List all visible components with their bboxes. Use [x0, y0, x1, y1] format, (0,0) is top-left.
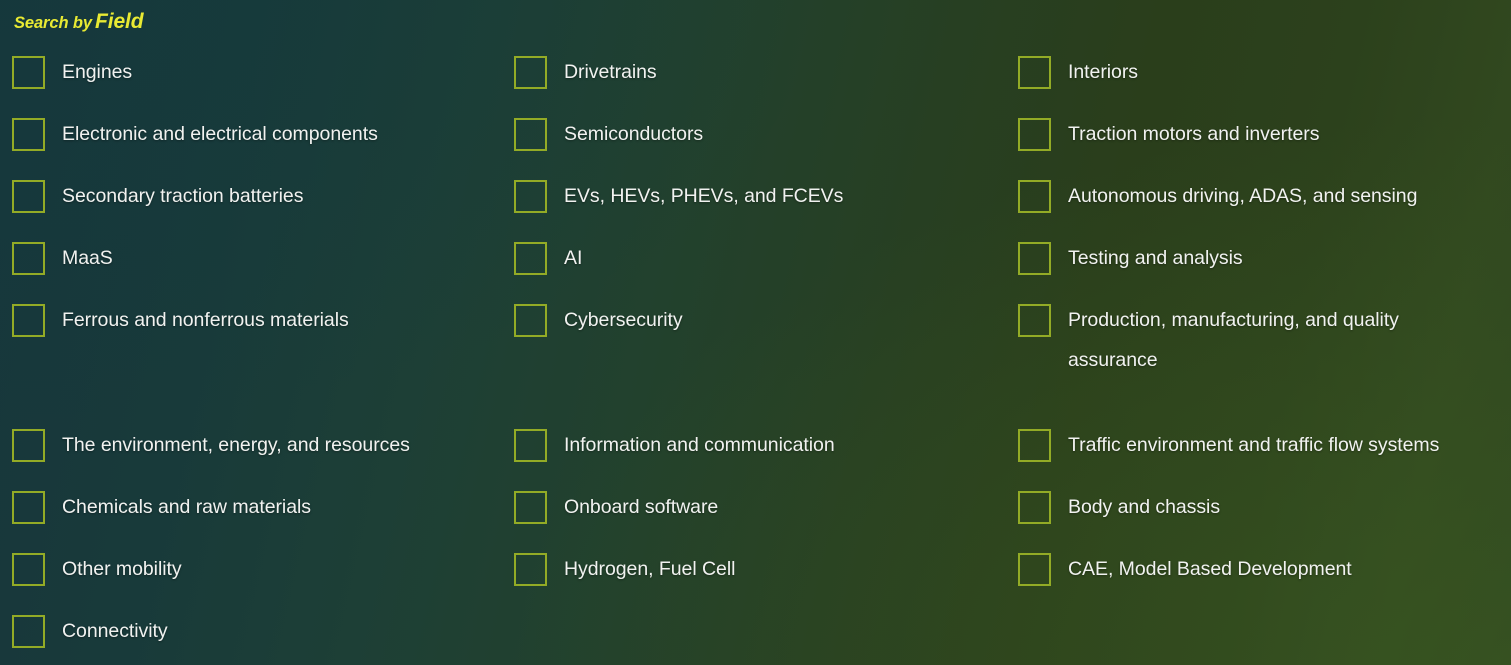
field-option-label[interactable]: Information and communication: [564, 429, 835, 462]
field-option-label[interactable]: Connectivity: [62, 615, 168, 648]
field-option-label[interactable]: Drivetrains: [564, 56, 657, 89]
field-option-evs-hevs-phevs-and-fcevs[interactable]: EVs, HEVs, PHEVs, and FCEVs: [514, 180, 1009, 242]
field-option-interiors[interactable]: Interiors: [1018, 56, 1503, 118]
checkbox-information-and-communication[interactable]: [514, 429, 547, 462]
field-option-label[interactable]: Traffic environment and traffic flow sys…: [1068, 429, 1439, 462]
checkbox-drivetrains[interactable]: [514, 56, 547, 89]
page-title-emphasis: Field: [95, 10, 144, 33]
field-option-cybersecurity[interactable]: Cybersecurity: [514, 304, 1009, 429]
field-option-label[interactable]: MaaS: [62, 242, 113, 275]
field-option-autonomous-driving-adas-and-sensing[interactable]: Autonomous driving, ADAS, and sensing: [1018, 180, 1503, 242]
checkbox-onboard-software[interactable]: [514, 491, 547, 524]
field-option-maas[interactable]: MaaS: [12, 242, 507, 304]
field-option-semiconductors[interactable]: Semiconductors: [514, 118, 1009, 180]
field-option-label[interactable]: Onboard software: [564, 491, 718, 524]
field-option-chemicals-and-raw-materials[interactable]: Chemicals and raw materials: [12, 491, 507, 553]
checkbox-production-manufacturing-and-quality-assurance[interactable]: [1018, 304, 1051, 337]
field-column-2: Drivetrains Semiconductors EVs, HEVs, PHEV…: [514, 56, 1009, 615]
page-title-prefix: Search by: [14, 14, 92, 32]
field-option-production-manufacturing-and-quality-assurance[interactable]: Production, manufacturing, and qualityas…: [1018, 304, 1503, 429]
field-option-label[interactable]: Engines: [62, 56, 132, 89]
checkbox-engines[interactable]: [12, 56, 45, 89]
checkbox-interiors[interactable]: [1018, 56, 1051, 89]
field-option-label[interactable]: Autonomous driving, ADAS, and sensing: [1068, 180, 1417, 213]
checkbox-testing-and-analysis[interactable]: [1018, 242, 1051, 275]
field-option-label[interactable]: Semiconductors: [564, 118, 703, 151]
field-option-secondary-traction-batteries[interactable]: Secondary traction batteries: [12, 180, 507, 242]
field-option-label[interactable]: Traction motors and inverters: [1068, 118, 1319, 151]
checkbox-autonomous-driving-adas-and-sensing[interactable]: [1018, 180, 1051, 213]
field-option-other-mobility[interactable]: Other mobility: [12, 553, 507, 615]
field-option-traction-motors-and-inverters[interactable]: Traction motors and inverters: [1018, 118, 1503, 180]
search-by-field-panel: Search byField Engines Electronic and ele…: [0, 0, 1511, 665]
checkbox-ferrous-and-nonferrous-materials[interactable]: [12, 304, 45, 337]
field-option-electronic-and-electrical-components[interactable]: Electronic and electrical components: [12, 118, 507, 180]
field-option-body-and-chassis[interactable]: Body and chassis: [1018, 491, 1503, 553]
checkbox-body-and-chassis[interactable]: [1018, 491, 1051, 524]
checkbox-connectivity[interactable]: [12, 615, 45, 648]
checkbox-other-mobility[interactable]: [12, 553, 45, 586]
field-option-label[interactable]: Hydrogen, Fuel Cell: [564, 553, 735, 586]
field-option-label[interactable]: Ferrous and nonferrous materials: [62, 304, 349, 337]
field-option-label[interactable]: Electronic and electrical components: [62, 118, 378, 151]
field-option-label[interactable]: Interiors: [1068, 56, 1138, 89]
field-column-1: Engines Electronic and electrical compone…: [12, 56, 507, 665]
checkbox-traction-motors-and-inverters[interactable]: [1018, 118, 1051, 151]
field-option-label[interactable]: CAE, Model Based Development: [1068, 553, 1352, 586]
checkbox-traffic-environment-and-traffic-flow-systems[interactable]: [1018, 429, 1051, 462]
field-option-information-and-communication[interactable]: Information and communication: [514, 429, 1009, 491]
field-option-label[interactable]: Body and chassis: [1068, 491, 1220, 524]
field-column-3: Interiors Traction motors and inverters Au…: [1018, 56, 1503, 615]
field-option-label[interactable]: Chemicals and raw materials: [62, 491, 311, 524]
field-option-testing-and-analysis[interactable]: Testing and analysis: [1018, 242, 1503, 304]
checkbox-semiconductors[interactable]: [514, 118, 547, 151]
field-option-ferrous-and-nonferrous-materials[interactable]: Ferrous and nonferrous materials: [12, 304, 507, 429]
checkbox-chemicals-and-raw-materials[interactable]: [12, 491, 45, 524]
field-option-label[interactable]: Testing and analysis: [1068, 242, 1243, 275]
field-option-connectivity[interactable]: Connectivity: [12, 615, 507, 665]
field-option-label[interactable]: The environment, energy, and resources: [62, 429, 410, 462]
field-option-label[interactable]: EVs, HEVs, PHEVs, and FCEVs: [564, 180, 843, 213]
checkbox-cae-model-based-development[interactable]: [1018, 553, 1051, 586]
field-option-ai[interactable]: AI: [514, 242, 1009, 304]
field-option-label[interactable]: Production, manufacturing, and qualityas…: [1068, 304, 1399, 377]
checkbox-hydrogen-fuel-cell[interactable]: [514, 553, 547, 586]
field-option-drivetrains[interactable]: Drivetrains: [514, 56, 1009, 118]
field-option-cae-model-based-development[interactable]: CAE, Model Based Development: [1018, 553, 1503, 615]
checkbox-maas[interactable]: [12, 242, 45, 275]
checkbox-ai[interactable]: [514, 242, 547, 275]
field-option-hydrogen-fuel-cell[interactable]: Hydrogen, Fuel Cell: [514, 553, 1009, 615]
checkbox-secondary-traction-batteries[interactable]: [12, 180, 45, 213]
field-option-engines[interactable]: Engines: [12, 56, 507, 118]
field-option-onboard-software[interactable]: Onboard software: [514, 491, 1009, 553]
page-title: Search byField: [14, 11, 144, 32]
checkbox-cybersecurity[interactable]: [514, 304, 547, 337]
checkbox-the-environment-energy-and-resources[interactable]: [12, 429, 45, 462]
checkbox-electronic-and-electrical-components[interactable]: [12, 118, 45, 151]
field-option-label[interactable]: Other mobility: [62, 553, 182, 586]
checkbox-evs-hevs-phevs-and-fcevs[interactable]: [514, 180, 547, 213]
field-option-label[interactable]: AI: [564, 242, 582, 275]
field-option-label[interactable]: Cybersecurity: [564, 304, 683, 337]
field-option-traffic-environment-and-traffic-flow-systems[interactable]: Traffic environment and traffic flow sys…: [1018, 429, 1503, 491]
field-option-label[interactable]: Secondary traction batteries: [62, 180, 303, 213]
field-option-the-environment-energy-and-resources[interactable]: The environment, energy, and resources: [12, 429, 507, 491]
